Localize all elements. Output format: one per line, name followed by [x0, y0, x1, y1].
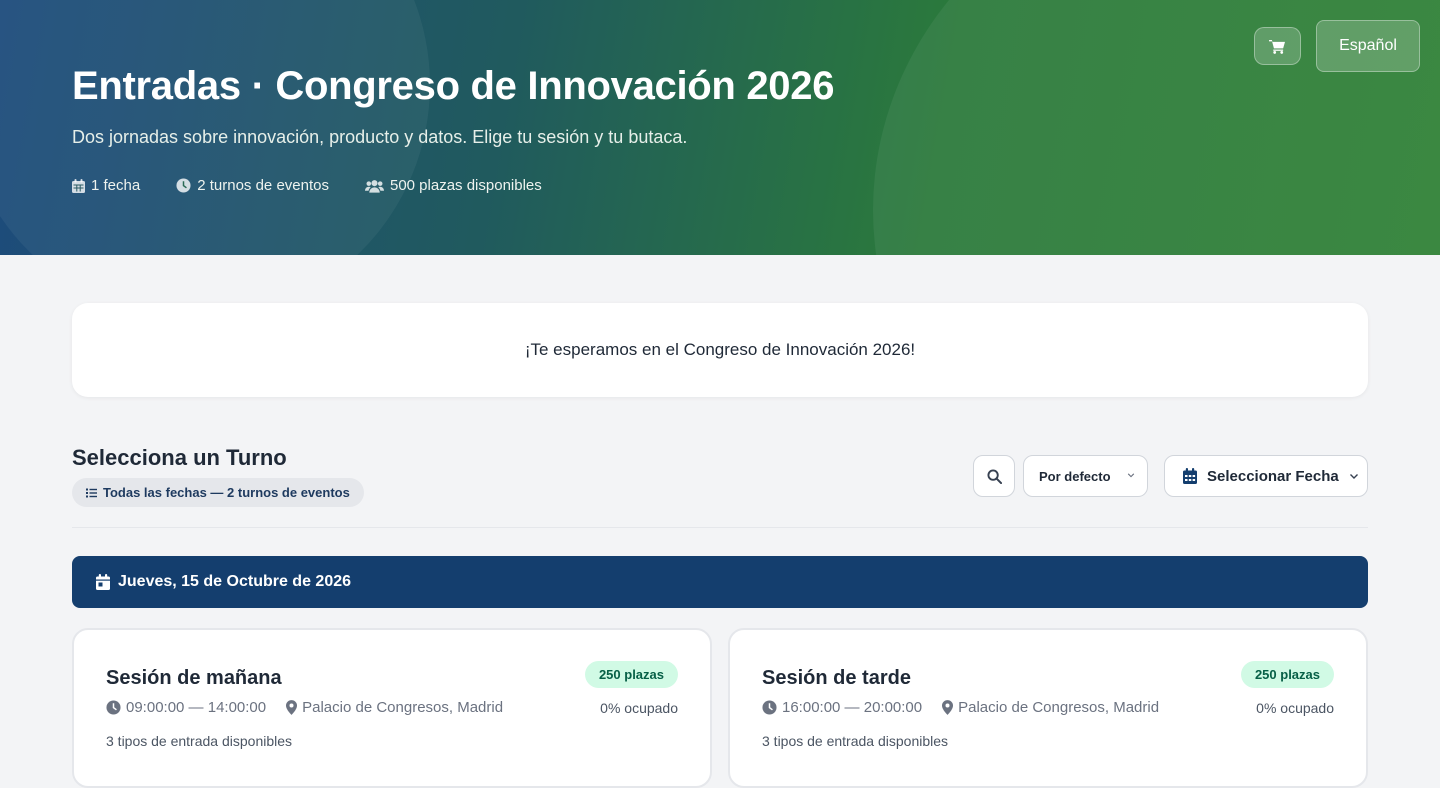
stat-shifts: 2 turnos de eventos: [176, 177, 329, 194]
map-marker-icon: [286, 700, 298, 715]
filter-summary-pill: Todas las fechas — 2 turnos de eventos: [72, 478, 364, 507]
session-ticket-types: 3 tipos de entrada disponibles: [762, 733, 949, 749]
session-meta: 16:00:00 — 20:00:00 Palacio de Congresos…: [762, 699, 1159, 716]
cart-button[interactable]: [1254, 27, 1301, 65]
chevron-down-icon: [1127, 473, 1135, 478]
welcome-message: ¡Te esperamos en el Congreso de Innovaci…: [524, 340, 916, 359]
stat-seats-label: 500 plazas disponibles: [389, 177, 542, 194]
session-time-label: 16:00:00 — 20:00:00: [782, 699, 923, 716]
occupancy-label: 0% ocupado: [600, 700, 678, 716]
session-card-morning[interactable]: Sesión de mañana 09:00:00 — 14:00:00 Pal…: [72, 628, 712, 788]
map-marker-icon: [942, 700, 954, 715]
search-icon: [986, 468, 1002, 484]
session-time: 16:00:00 — 20:00:00: [762, 699, 922, 716]
stat-seats: 500 plazas disponibles: [364, 177, 542, 194]
page-subtitle: Dos jornadas sobre innovación, producto …: [72, 127, 688, 147]
occupancy-label: 0% ocupado: [1256, 700, 1334, 716]
section-title: Selecciona un Turno: [72, 445, 287, 470]
session-name: Sesión de tarde: [762, 667, 911, 689]
session-venue-label: Palacio de Congresos, Madrid: [958, 699, 1160, 716]
session-venue-label: Palacio de Congresos, Madrid: [302, 699, 504, 716]
session-venue: Palacio de Congresos, Madrid: [942, 699, 1159, 716]
search-button[interactable]: [973, 455, 1015, 497]
sort-select[interactable]: Por defecto: [1023, 455, 1148, 497]
chevron-down-icon: [1349, 474, 1358, 479]
welcome-card: ¡Te esperamos en el Congreso de Innovaci…: [72, 303, 1368, 397]
language-button[interactable]: Español: [1316, 20, 1420, 72]
section-divider: [72, 527, 1368, 528]
stat-dates: 1 fecha: [72, 177, 140, 194]
stat-dates-label: 1 fecha: [91, 177, 141, 194]
capacity-badge: 250 plazas: [584, 661, 678, 688]
capacity-badge: 250 plazas: [1240, 661, 1334, 688]
filter-summary-label: Todas las fechas — 2 turnos de eventos: [103, 485, 350, 500]
event-stats: 1 fecha 2 turnos de eventos 500 plazas d…: [72, 177, 542, 194]
clock-icon: [176, 178, 191, 193]
users-icon: [364, 179, 384, 193]
date-select-label: Seleccionar Fecha: [1207, 467, 1339, 485]
session-time-label: 09:00:00 — 14:00:00: [126, 699, 267, 716]
hero-banner: Entradas · Congreso de Innovación 2026 D…: [0, 0, 1440, 255]
date-select-button[interactable]: Seleccionar Fecha: [1164, 455, 1368, 497]
date-group-header: Jueves, 15 de Octubre de 2026: [72, 556, 1368, 608]
session-time: 09:00:00 — 14:00:00: [106, 699, 266, 716]
page-title: Entradas · Congreso de Innovación 2026: [72, 64, 835, 108]
stat-shifts-label: 2 turnos de eventos: [197, 177, 329, 194]
session-venue: Palacio de Congresos, Madrid: [286, 699, 503, 716]
list-icon: [86, 488, 97, 497]
session-meta: 09:00:00 — 14:00:00 Palacio de Congresos…: [106, 699, 503, 716]
session-ticket-types: 3 tipos de entrada disponibles: [106, 733, 293, 749]
session-name: Sesión de mañana: [106, 667, 282, 689]
cart-icon: [1269, 39, 1285, 54]
calendar-day-icon: [96, 574, 110, 590]
session-card-afternoon[interactable]: Sesión de tarde 16:00:00 — 20:00:00 Pala…: [728, 628, 1368, 788]
clock-icon: [106, 700, 121, 715]
calendar-icon: [72, 178, 85, 193]
clock-icon: [762, 700, 777, 715]
calendar-icon: [1183, 468, 1197, 484]
sort-select-value: Por defecto: [1039, 468, 1111, 484]
date-group-label: Jueves, 15 de Octubre de 2026: [118, 573, 352, 590]
